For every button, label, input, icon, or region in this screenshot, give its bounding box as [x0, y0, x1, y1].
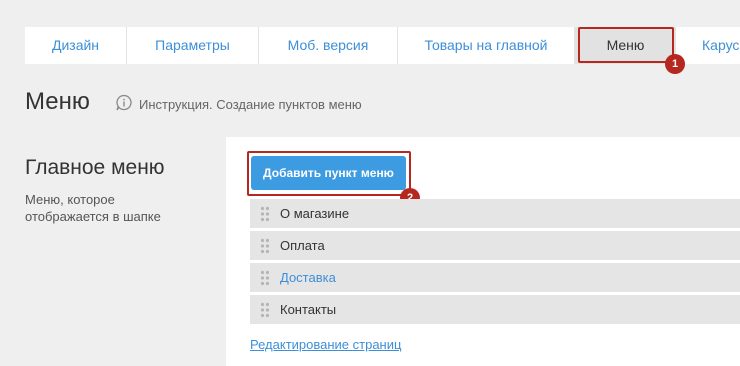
- tab-parameters[interactable]: Параметры: [127, 27, 259, 64]
- settings-tabs: Дизайн Параметры Моб. версия Товары на г…: [25, 27, 740, 64]
- drag-handle-icon[interactable]: [250, 238, 280, 254]
- tab-design[interactable]: Дизайн: [25, 27, 127, 64]
- drag-handle-icon[interactable]: [250, 206, 280, 222]
- drag-handle-icon[interactable]: [250, 270, 280, 286]
- annotation-badge-1: 1: [665, 54, 685, 74]
- menu-item-label: О магазине: [280, 206, 350, 221]
- info-icon: [115, 94, 139, 115]
- menu-item-label: Контакты: [280, 302, 337, 317]
- section-description: Меню, которое отображается в шапке: [25, 192, 161, 224]
- tab-menu[interactable]: Меню: [575, 27, 676, 64]
- menu-item-payment[interactable]: Оплата: [250, 231, 740, 260]
- tab-carousel[interactable]: Карус: [676, 27, 740, 64]
- menu-item-label: Оплата: [280, 238, 325, 253]
- section-title: Главное меню: [25, 156, 165, 179]
- add-menu-item-button[interactable]: Добавить пункт меню: [251, 156, 406, 190]
- menu-item-label-link[interactable]: Доставка: [280, 270, 336, 285]
- instruction-text: Инструкция. Создание пунктов меню: [139, 97, 362, 112]
- drag-handle-icon[interactable]: [250, 302, 280, 318]
- instruction-link[interactable]: Инструкция. Создание пунктов меню: [115, 94, 362, 115]
- page-title: Меню: [25, 88, 90, 115]
- menu-item-contacts[interactable]: Контакты: [250, 295, 740, 324]
- tab-homepage-products[interactable]: Товары на главной: [398, 27, 575, 64]
- menu-item-about-store[interactable]: О магазине: [250, 199, 740, 228]
- tab-mobile-version[interactable]: Моб. версия: [259, 27, 398, 64]
- menu-item-delivery[interactable]: Доставка: [250, 263, 740, 292]
- edit-pages-link[interactable]: Редактирование страниц: [250, 337, 401, 352]
